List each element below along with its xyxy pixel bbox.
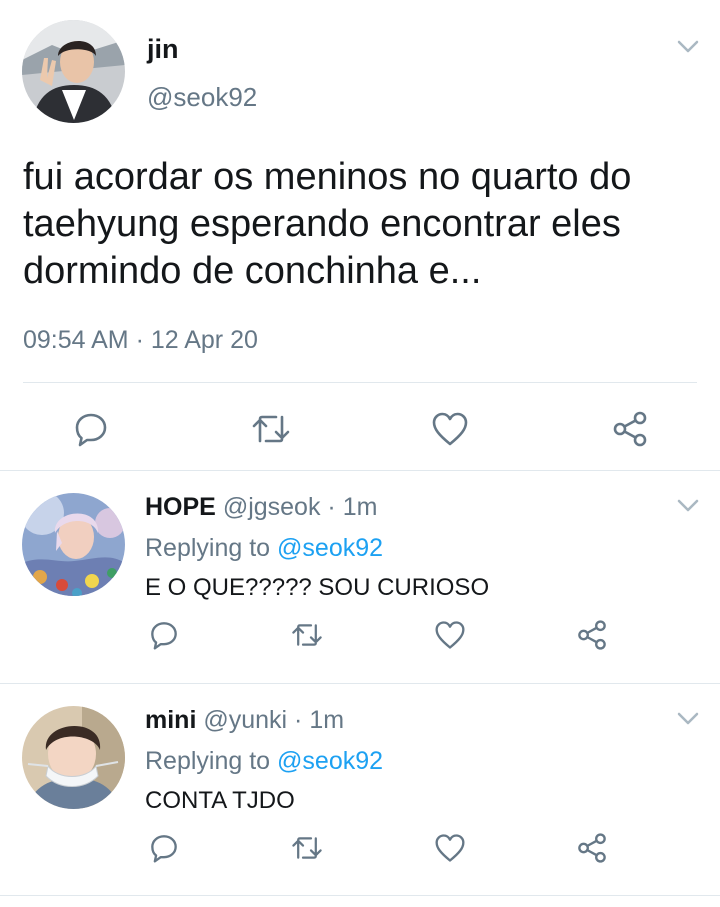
author-handle[interactable]: @jgseok — [223, 493, 321, 521]
tweet-text: fui acordar os meninos no quarto do taeh… — [23, 156, 632, 292]
author-name[interactable]: jin — [147, 34, 179, 65]
reply-header: mini @yunki · 1m — [145, 706, 344, 735]
reply-actions — [0, 611, 720, 661]
avatar-jin[interactable] — [22, 20, 125, 123]
reply-header: HOPE @jgseok · 1m — [145, 493, 377, 522]
avatar-mini[interactable] — [22, 706, 125, 809]
meta-separator: · — [128, 326, 151, 354]
share-icon[interactable] — [572, 828, 612, 868]
tweet-time: 09:54 AM — [23, 326, 129, 354]
replying-label: Replying to — [145, 534, 278, 562]
replying-to: Replying to @seok92 — [145, 747, 383, 776]
separator — [0, 895, 720, 896]
chevron-down-icon[interactable] — [675, 710, 701, 728]
replying-to: Replying to @seok92 — [145, 534, 383, 563]
reply-icon[interactable] — [66, 404, 116, 454]
chevron-down-icon[interactable] — [675, 497, 701, 515]
author-handle[interactable]: @seok92 — [147, 82, 257, 113]
meta-separator: · — [287, 706, 310, 734]
divider — [23, 382, 697, 383]
retweet-icon[interactable] — [287, 615, 327, 655]
reply-tweet[interactable]: mini @yunki · 1m Replying to @seok92 CON… — [0, 684, 720, 894]
retweet-icon[interactable] — [246, 404, 296, 454]
share-icon[interactable] — [572, 615, 612, 655]
avatar-hope[interactable] — [22, 493, 125, 596]
like-icon[interactable] — [425, 404, 475, 454]
mention-link[interactable]: @seok92 — [277, 747, 383, 775]
meta-separator: · — [320, 493, 343, 521]
reply-text: CONTA TJDO — [145, 787, 295, 814]
share-icon[interactable] — [605, 404, 655, 454]
tweet-date: 12 Apr 20 — [150, 326, 258, 354]
author-name[interactable]: HOPE — [145, 493, 216, 521]
tweet-actions — [0, 400, 720, 456]
reply-icon[interactable] — [144, 828, 184, 868]
reply-time: 1m — [342, 493, 378, 521]
reply-icon[interactable] — [144, 615, 184, 655]
main-tweet: jin @seok92 fui acordar os meninos no qu… — [0, 0, 720, 470]
like-icon[interactable] — [430, 828, 470, 868]
retweet-icon[interactable] — [287, 828, 327, 868]
author-name[interactable]: mini — [145, 706, 196, 734]
replying-label: Replying to — [145, 747, 278, 775]
reply-text: E O QUE????? SOU CURIOSO — [145, 574, 490, 601]
like-icon[interactable] — [430, 615, 470, 655]
chevron-down-icon[interactable] — [675, 38, 701, 56]
reply-time: 1m — [309, 706, 345, 734]
reply-actions — [0, 824, 720, 874]
author-handle[interactable]: @yunki — [203, 706, 287, 734]
mention-link[interactable]: @seok92 — [277, 534, 383, 562]
tweet-timestamp: 09:54 AM · 12 Apr 20 — [23, 326, 258, 355]
reply-tweet[interactable]: HOPE @jgseok · 1m Replying to @seok92 E … — [0, 471, 720, 681]
